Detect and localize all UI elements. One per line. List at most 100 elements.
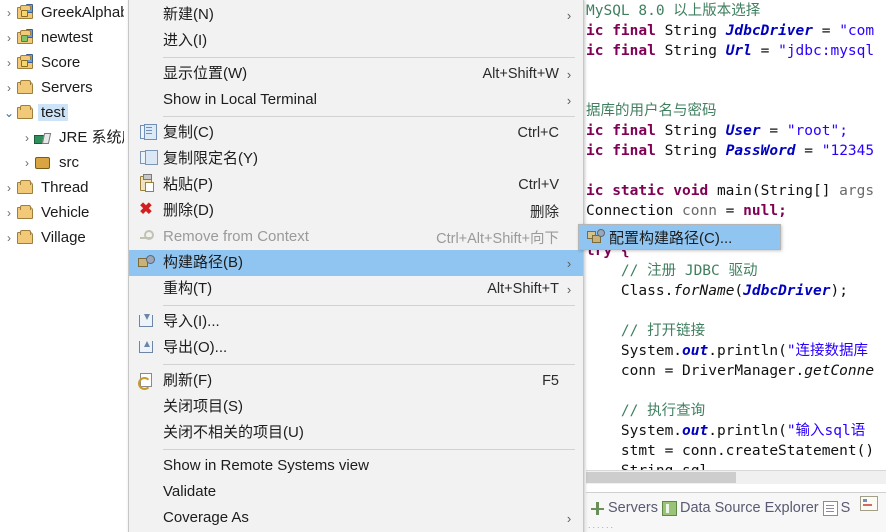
menu-item-21[interactable]: Show in Remote Systems view	[129, 453, 583, 479]
scrollbar-thumb[interactable]	[586, 472, 736, 483]
menu-item-shortcut: Alt+Shift+W	[482, 66, 559, 82]
menu-item-3[interactable]: 显示位置(W) Alt+Shift+W ›	[129, 61, 583, 87]
menu-item-15[interactable]: 导出(O)...	[129, 335, 583, 361]
view-tab-servers[interactable]: Servers	[590, 500, 658, 516]
code-line: ic final String Url = "jdbc:mysql	[586, 43, 875, 59]
menu-item-23[interactable]: Coverage As ›	[129, 505, 583, 531]
menu-item-22[interactable]: Validate	[129, 479, 583, 505]
menu-item-9[interactable]: ✖ 删除(D) 删除	[129, 198, 583, 224]
tree-item-servers[interactable]: › Servers	[0, 75, 124, 100]
menu-item-4[interactable]: Show in Local Terminal ›	[129, 87, 583, 113]
tree-item-newtest[interactable]: › newtest	[0, 25, 124, 50]
menu-separator	[163, 449, 575, 450]
tree-item-label: src	[59, 154, 79, 171]
tree-item-src[interactable]: › src	[0, 150, 124, 175]
code-line: ic static void main(String[] args	[586, 183, 875, 199]
tree-item-test[interactable]: ⌄ test	[0, 100, 124, 125]
menu-item-icon-slot	[135, 509, 163, 527]
menu-item-icon-slot	[135, 398, 163, 416]
menu-item-label: 关闭项目(S)	[163, 398, 243, 415]
code-line: 据库的用户名与密码	[586, 103, 717, 119]
menu-item-label: 进入(I)	[163, 32, 208, 49]
menu-item-icon-slot	[135, 65, 163, 83]
menu-item-6[interactable]: 复制(C) Ctrl+C	[129, 120, 583, 146]
menu-separator	[163, 305, 575, 306]
menu-item-label: Coverage As	[163, 509, 249, 526]
menu-separator	[163, 57, 575, 58]
twisty-collapsed-icon[interactable]: ›	[20, 156, 34, 170]
package-explorer-tree[interactable]: › GreekAlphab › newtest › Score › Servers ⌄ test ›…	[0, 0, 124, 532]
snippets-view-icon[interactable]	[858, 494, 880, 514]
submenu-item-configure-build-path[interactable]: 配置构建路径(C)...	[579, 225, 780, 249]
menu-item-label: 重构(T)	[163, 280, 213, 297]
data-source-explorer-icon	[661, 500, 677, 516]
project-context-menu[interactable]: 新建(N) › 进入(I) 显示位置(W) Alt+Shift+W › Show in Lo…	[128, 0, 584, 532]
folder-icon	[16, 204, 36, 221]
twisty-collapsed-icon[interactable]: ›	[2, 56, 16, 70]
menu-item-shortcut: Ctrl+V	[518, 177, 559, 193]
paste-icon	[135, 174, 163, 194]
menu-item-label: 粘贴(P)	[163, 176, 213, 193]
twisty-collapsed-icon[interactable]: ›	[2, 31, 16, 45]
view-tab-label: Servers	[608, 500, 658, 516]
menu-item-1[interactable]: 进入(I)	[129, 28, 583, 54]
menu-item-14[interactable]: 导入(I)...	[129, 309, 583, 335]
menu-item-shortcut: Ctrl+Alt+Shift+向下	[436, 230, 559, 247]
menu-item-icon-slot	[135, 483, 163, 501]
view-tab-s[interactable]: S	[822, 500, 850, 516]
menu-item-icon-slot	[135, 6, 163, 24]
menu-item-label: Remove from Context	[163, 228, 309, 245]
code-line: ic final String PassWord = "12345	[586, 143, 875, 159]
bottom-view-tab-bar[interactable]: Servers Data Source Explorer S ......	[586, 492, 886, 532]
build-path-submenu[interactable]: 配置构建路径(C)...	[578, 224, 781, 250]
jre-library-icon	[34, 130, 54, 146]
menu-separator	[163, 364, 575, 365]
submenu-arrow-icon: ›	[566, 255, 572, 271]
tree-item-greekalphab[interactable]: › GreekAlphab	[0, 0, 124, 25]
tree-item-label: GreekAlphab	[41, 4, 124, 21]
menu-item-label: 关闭不相关的项目(U)	[163, 424, 304, 441]
project-lock-icon	[16, 3, 36, 21]
tree-item-thread[interactable]: › Thread	[0, 175, 124, 200]
menu-item-8[interactable]: 粘贴(P) Ctrl+V	[129, 172, 583, 198]
menu-item-11[interactable]: 构建路径(B) ›	[129, 250, 583, 276]
folder-icon	[16, 79, 36, 96]
tree-item-label: Vehicle	[41, 204, 90, 221]
menu-item-shortcut: 删除	[530, 204, 559, 221]
tree-item-label: JRE 系统库	[59, 129, 124, 146]
submenu-arrow-icon: ›	[566, 7, 572, 23]
tree-item-label: newtest	[41, 29, 93, 46]
menu-separator	[163, 116, 575, 117]
menu-item-19[interactable]: 关闭不相关的项目(U)	[129, 420, 583, 446]
package-folder-icon	[34, 155, 54, 171]
twisty-expanded-icon[interactable]: ⌄	[2, 106, 16, 120]
view-tab-data-source-explorer[interactable]: Data Source Explorer	[661, 500, 819, 516]
menu-item-12[interactable]: 重构(T) Alt+Shift+T ›	[129, 276, 583, 302]
menu-item-18[interactable]: 关闭项目(S)	[129, 394, 583, 420]
menu-item-label: 删除(D)	[163, 202, 214, 219]
tree-item-vehicle[interactable]: › Vehicle	[0, 200, 124, 225]
twisty-collapsed-icon[interactable]: ›	[20, 131, 34, 145]
submenu-arrow-icon: ›	[566, 92, 572, 108]
twisty-collapsed-icon[interactable]: ›	[2, 206, 16, 220]
twisty-collapsed-icon[interactable]: ›	[2, 6, 16, 20]
menu-item-label: Validate	[163, 483, 217, 500]
menu-item-label: 构建路径(B)	[163, 254, 243, 271]
project-lock-icon	[16, 53, 36, 71]
view-tab-label: Data Source Explorer	[679, 500, 819, 516]
twisty-collapsed-icon[interactable]: ›	[2, 231, 16, 245]
snippets-icon	[822, 500, 838, 516]
tree-item-village[interactable]: › Village	[0, 225, 124, 250]
folder-icon	[16, 179, 36, 196]
menu-item-0[interactable]: 新建(N) ›	[129, 2, 583, 28]
tree-item-label: Servers	[41, 79, 93, 96]
tree-item-score[interactable]: › Score	[0, 50, 124, 75]
menu-item-7[interactable]: 复制限定名(Y)	[129, 146, 583, 172]
twisty-collapsed-icon[interactable]: ›	[2, 81, 16, 95]
editor-horizontal-scrollbar[interactable]	[586, 470, 886, 484]
tree-item-jre-系统库[interactable]: › JRE 系统库	[0, 125, 124, 150]
twisty-collapsed-icon[interactable]: ›	[2, 181, 16, 195]
menu-item-label: Show in Remote Systems view	[163, 457, 369, 474]
menu-item-17[interactable]: 刷新(F) F5	[129, 368, 583, 394]
